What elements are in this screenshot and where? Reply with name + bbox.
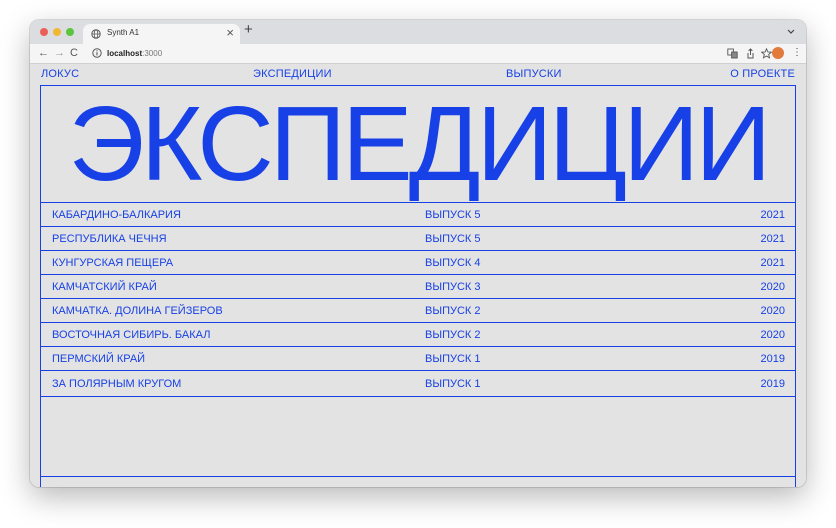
close-window-button[interactable] — [40, 28, 48, 36]
expedition-year: 2020 — [760, 281, 785, 293]
new-tab-button[interactable]: + — [244, 21, 253, 38]
url-host: localhost — [107, 49, 143, 58]
page-content: ЛОКУС ЭКСПЕДИЦИИ ВЫПУСКИ О ПРОЕКТЕ ЭКСПЕ… — [30, 64, 806, 487]
browser-window: Synth A1 × + ← → C localhost:3000 ⋮ ЛОКУ… — [30, 20, 806, 487]
nav-link-lokus[interactable]: ЛОКУС — [41, 68, 79, 80]
expedition-name: КАБАРДИНО-БАЛКАРИЯ — [52, 209, 181, 221]
expedition-name: КАМЧАТСКИЙ КРАЙ — [52, 281, 157, 293]
tab-synth-a1[interactable]: Synth A1 × — [83, 24, 240, 44]
expedition-year: 2021 — [760, 257, 785, 269]
expedition-issue: ВЫПУСК 2 — [425, 305, 481, 317]
nav-link-about[interactable]: О ПРОЕКТЕ — [730, 68, 795, 80]
expedition-year: 2020 — [760, 305, 785, 317]
expedition-issue: ВЫПУСК 1 — [425, 353, 481, 365]
expedition-name: РЕСПУБЛИКА ЧЕЧНЯ — [52, 233, 167, 245]
expedition-issue: ВЫПУСК 3 — [425, 281, 481, 293]
tab-close-icon[interactable]: × — [226, 25, 234, 40]
nav-link-expeditions[interactable]: ЭКСПЕДИЦИИ — [253, 68, 332, 80]
expedition-year: 2020 — [760, 329, 785, 341]
url-port: :3000 — [142, 49, 163, 58]
expedition-year: 2021 — [760, 233, 785, 245]
expedition-name: КУНГУРСКАЯ ПЕЩЕРА — [52, 257, 174, 269]
table-row[interactable]: КАМЧАТКА. ДОЛИНА ГЕЙЗЕРОВ ВЫПУСК 2 2020 — [41, 298, 795, 317]
expedition-year: 2019 — [760, 353, 785, 365]
expedition-issue: ВЫПУСК 2 — [425, 329, 481, 341]
address-bar[interactable]: localhost:3000 — [107, 48, 162, 59]
tab-strip: Synth A1 × + — [30, 20, 806, 44]
page-title: ЭКСПЕДИЦИИ — [68, 85, 772, 203]
minimize-window-button[interactable] — [53, 28, 61, 36]
table-row[interactable]: ВОСТОЧНАЯ СИБИРЬ. БАКАЛ ВЫПУСК 2 2020 — [41, 322, 795, 341]
expedition-name: ЗА ПОЛЯРНЫМ КРУГОМ — [52, 378, 182, 390]
expedition-issue: ВЫПУСК 4 — [425, 257, 481, 269]
globe-icon — [91, 29, 101, 39]
table-row[interactable]: КАМЧАТСКИЙ КРАЙ ВЫПУСК 3 2020 — [41, 274, 795, 293]
translate-icon[interactable] — [727, 48, 738, 59]
table-row[interactable]: ПЕРМСКИЙ КРАЙ ВЫПУСК 1 2019 — [41, 346, 795, 365]
browser-toolbar: ← → C localhost:3000 ⋮ — [30, 44, 806, 64]
expedition-name: ПЕРМСКИЙ КРАЙ — [52, 353, 146, 365]
table-row[interactable]: ЗА ПОЛЯРНЫМ КРУГОМ ВЫПУСК 1 2019 — [41, 370, 795, 397]
expedition-name: ВОСТОЧНАЯ СИБИРЬ. БАКАЛ — [52, 329, 211, 341]
share-icon[interactable] — [745, 48, 756, 59]
browser-menu-button[interactable]: ⋮ — [792, 47, 802, 59]
profile-avatar[interactable] — [772, 47, 784, 59]
expedition-issue: ВЫПУСК 1 — [425, 378, 481, 390]
chevron-down-icon[interactable] — [786, 26, 796, 36]
forward-button[interactable]: → — [54, 47, 65, 60]
maximize-window-button[interactable] — [66, 28, 74, 36]
info-icon[interactable] — [92, 48, 102, 58]
expedition-issue: ВЫПУСК 5 — [425, 209, 481, 221]
reload-button[interactable]: C — [70, 47, 78, 60]
table-row[interactable]: КАБАРДИНО-БАЛКАРИЯ ВЫПУСК 5 2021 — [41, 202, 795, 221]
nav-link-issues[interactable]: ВЫПУСКИ — [506, 68, 562, 80]
expedition-year: 2021 — [760, 209, 785, 221]
star-icon[interactable] — [761, 48, 772, 59]
table-row[interactable]: РЕСПУБЛИКА ЧЕЧНЯ ВЫПУСК 5 2021 — [41, 226, 795, 245]
expedition-issue: ВЫПУСК 5 — [425, 233, 481, 245]
expeditions-panel: ЭКСПЕДИЦИИ КАБАРДИНО-БАЛКАРИЯ ВЫПУСК 5 2… — [40, 85, 796, 487]
table-row[interactable]: КУНГУРСКАЯ ПЕЩЕРА ВЫПУСК 4 2021 — [41, 250, 795, 269]
expedition-name: КАМЧАТКА. ДОЛИНА ГЕЙЗЕРОВ — [52, 305, 223, 317]
bottom-divider — [41, 476, 795, 477]
tab-title: Synth A1 — [107, 28, 140, 37]
expedition-year: 2019 — [760, 378, 785, 390]
back-button[interactable]: ← — [38, 47, 49, 60]
